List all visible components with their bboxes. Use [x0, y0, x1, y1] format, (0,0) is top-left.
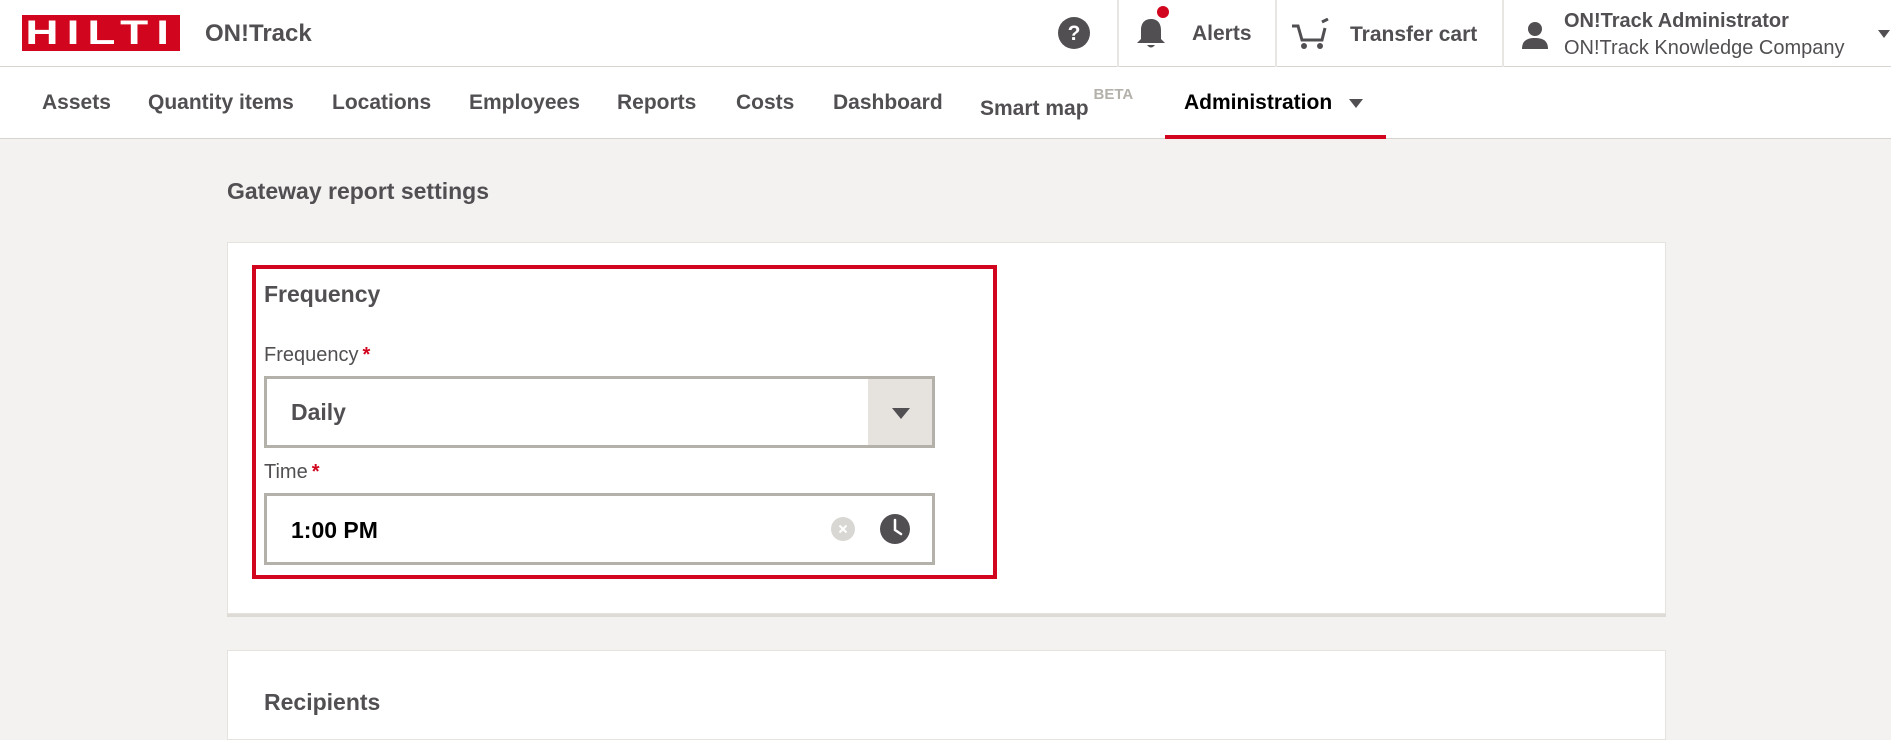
beta-badge: BETA: [1093, 86, 1134, 103]
svg-text:?: ?: [1068, 22, 1081, 45]
page-title: Gateway report settings: [227, 178, 490, 204]
frequency-select-value: Daily: [291, 399, 346, 425]
required-marker: *: [311, 461, 320, 483]
recipients-section-title: Recipients: [264, 689, 381, 715]
clear-icon[interactable]: [831, 517, 855, 541]
header-divider: [1275, 0, 1277, 67]
user-company: ON!Track Knowledge Company: [1564, 37, 1845, 59]
nav-item-quantity-items[interactable]: Quantity items: [148, 67, 294, 139]
nav-item-assets[interactable]: Assets: [42, 67, 111, 139]
alerts-button[interactable]: Alerts: [1120, 0, 1275, 67]
user-name: ON!Track Administrator: [1564, 10, 1789, 32]
time-input-value: 1:00 PM: [291, 517, 378, 543]
nav-item-smart-map[interactable]: Smart mapBETA: [980, 67, 1133, 139]
active-tab-indicator: [1165, 135, 1386, 139]
nav-item-label: Smart map: [980, 97, 1089, 120]
nav-item-reports[interactable]: Reports: [617, 67, 696, 139]
frequency-label: Frequency *: [264, 344, 370, 367]
frequency-label-text: Frequency: [264, 344, 359, 366]
transfer-cart-button[interactable]: Transfer cart: [1278, 0, 1500, 67]
logo-text: HILTI: [25, 14, 177, 52]
time-input[interactable]: 1:00 PM: [264, 493, 935, 565]
nav-item-dashboard[interactable]: Dashboard: [833, 67, 943, 139]
nav-item-costs[interactable]: Costs: [736, 67, 794, 139]
nav-item-administration[interactable]: Administration: [1184, 67, 1332, 139]
chevron-down-icon[interactable]: [1349, 99, 1363, 108]
nav-item-employees[interactable]: Employees: [469, 67, 580, 139]
time-label-text: Time: [264, 461, 308, 483]
frequency-select[interactable]: Daily: [264, 376, 935, 448]
user-menu[interactable]: ON!Track Administrator ON!Track Knowledg…: [1504, 0, 1891, 67]
recipients-card: [227, 650, 1666, 740]
nav-item-locations[interactable]: Locations: [332, 67, 431, 139]
required-marker: *: [362, 344, 371, 366]
header-divider: [1117, 0, 1119, 67]
frequency-section-title: Frequency: [264, 281, 381, 307]
main-nav: Assets Quantity items Locations Employee…: [0, 67, 1891, 139]
clock-icon[interactable]: [879, 513, 911, 545]
transfer-cart-label: Transfer cart: [1350, 23, 1478, 46]
chevron-down-icon[interactable]: [1878, 30, 1890, 38]
cart-icon: [1292, 18, 1329, 49]
select-arrow-button[interactable]: [868, 379, 932, 445]
time-label: Time *: [264, 461, 320, 484]
top-header: HILTI ON!Track ? Alerts Transfer cart ON…: [0, 0, 1891, 67]
app-name: ON!Track: [205, 20, 312, 47]
chevron-down-icon: [892, 408, 910, 419]
alert-indicator-dot: [1157, 6, 1169, 18]
bell-icon: [1137, 19, 1165, 48]
alerts-label: Alerts: [1192, 22, 1252, 45]
help-icon[interactable]: ?: [1058, 17, 1090, 49]
user-icon: [1522, 22, 1548, 49]
hilti-logo[interactable]: HILTI: [22, 15, 180, 51]
